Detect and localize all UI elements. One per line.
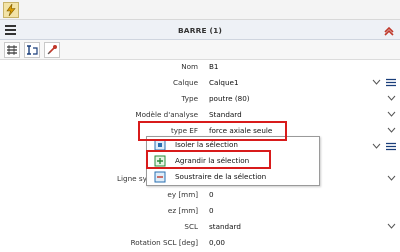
cross-section-icon[interactable] xyxy=(24,42,40,58)
highlight-box-type-ef xyxy=(138,121,287,141)
chevron-down-icon[interactable] xyxy=(387,127,396,134)
prop-label: Modèle d'analyse xyxy=(135,110,198,119)
prop-row-nom[interactable]: Nom B1 xyxy=(0,60,400,74)
panel-header: BARRE (1) xyxy=(0,20,400,40)
prop-label: SCL xyxy=(184,222,198,231)
properties-filter-icon[interactable] xyxy=(4,42,20,58)
pin-icon[interactable] xyxy=(44,42,60,58)
highlight-box-agrandir xyxy=(146,150,271,169)
chevron-down-icon[interactable] xyxy=(387,95,396,102)
prop-label: Rotation SCL [deg] xyxy=(130,238,198,247)
prop-row-ey[interactable]: ey [mm] 0 xyxy=(0,188,400,202)
chevron-down-icon[interactable] xyxy=(372,143,381,150)
collapse-icon[interactable] xyxy=(383,24,395,36)
prop-row-type[interactable]: Type poutre (80) xyxy=(0,92,400,106)
prop-row-ez[interactable]: ez [mm] 0 xyxy=(0,204,400,218)
prop-row-rotation-scl[interactable]: Rotation SCL [deg] 0,00 xyxy=(0,236,400,250)
panel-toolbar xyxy=(0,40,400,60)
prop-label: Nom xyxy=(181,62,198,71)
prop-label: Calque xyxy=(173,78,198,87)
prop-label: ez [mm] xyxy=(167,206,198,215)
prop-value[interactable]: Standard xyxy=(209,110,242,119)
subtract-selection-icon xyxy=(154,171,166,183)
app-toolbar xyxy=(0,0,400,20)
prop-row-scl[interactable]: SCL standard xyxy=(0,220,400,234)
menu-item-label: Soustraire de la sélection xyxy=(175,172,267,181)
prop-value[interactable]: B1 xyxy=(209,62,219,71)
prop-value[interactable]: 0,00 xyxy=(209,238,225,247)
panel-title: BARRE (1) xyxy=(177,26,223,35)
list-settings-icon[interactable] xyxy=(386,142,396,151)
chevron-down-icon[interactable] xyxy=(387,223,396,230)
lightning-icon[interactable] xyxy=(3,2,19,18)
prop-value[interactable]: standard xyxy=(209,222,241,231)
list-settings-icon[interactable] xyxy=(386,78,396,87)
prop-row-calque[interactable]: Calque Calque1 xyxy=(0,76,400,90)
chevron-down-icon[interactable] xyxy=(372,79,381,86)
prop-value[interactable]: 0 xyxy=(209,190,214,199)
prop-label: ey [mm] xyxy=(167,190,198,199)
prop-value[interactable]: poutre (80) xyxy=(209,94,250,103)
prop-row-modele-analyse[interactable]: Modèle d'analyse Standard xyxy=(0,108,400,122)
prop-value[interactable]: 0 xyxy=(209,206,214,215)
chevron-down-icon[interactable] xyxy=(387,111,396,118)
prop-label: Type xyxy=(181,94,198,103)
prop-value[interactable]: Calque1 xyxy=(209,78,239,87)
menu-item-soustraire-selection[interactable]: Soustraire de la sélection xyxy=(147,169,319,185)
chevron-down-icon[interactable] xyxy=(387,175,396,182)
menu-item-label: Isoler la sélection xyxy=(175,140,238,149)
